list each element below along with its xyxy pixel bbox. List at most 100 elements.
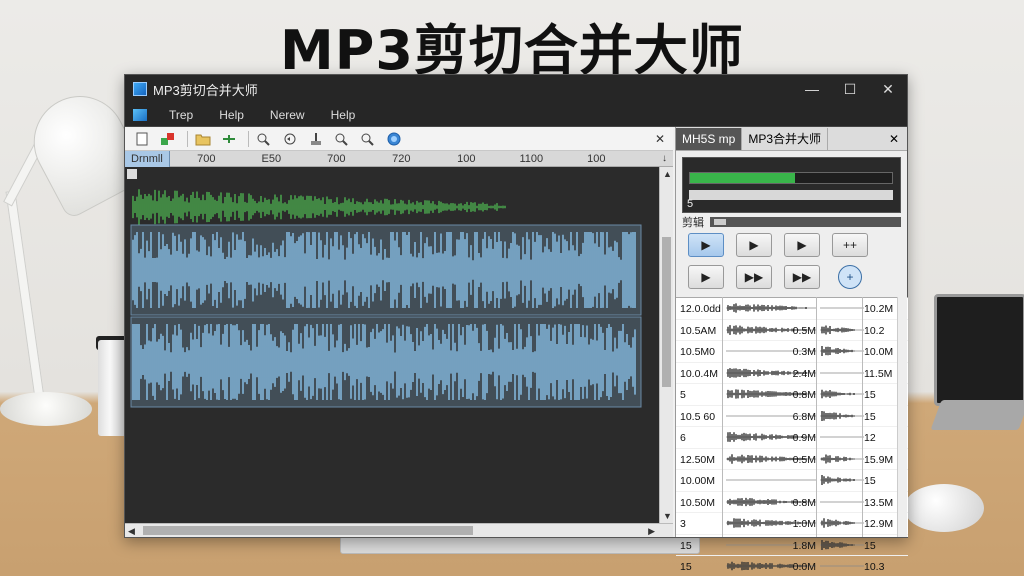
clip-wave-preview-2 [820,454,864,463]
play-3-button[interactable]: ▶ [784,233,820,257]
play-button[interactable]: ▶ [688,233,724,257]
list-item[interactable]: 10.00M 15 [676,470,908,492]
globe-icon[interactable] [383,129,405,149]
title-bar[interactable]: MP3剪切合并大师 — ☐ ✕ [125,75,907,103]
clip-start: 5 [680,389,686,401]
tab-mh5s[interactable]: MH5S mp [676,127,743,150]
clip-start: 15 [680,539,692,552]
ruler-tick: 100 [587,152,606,165]
menu-item-trep[interactable]: Trep [169,108,193,122]
list-item[interactable]: 10.0.4M 2.4M 11.5M [676,363,908,384]
clip-size: 0.5M [792,453,816,466]
clip-wave-preview-2 [820,475,864,485]
scroll-left-icon[interactable]: ◀ [128,526,135,537]
laptop-keyboard [930,400,1024,430]
clip-size: 6.8M [792,410,816,423]
horizontal-scrollbar[interactable]: ◀ ▶ [125,523,673,537]
zoom-selection-icon[interactable] [253,129,275,149]
horizontal-scroll-thumb[interactable] [143,526,473,535]
list-item[interactable]: 3 1.0M 12.9M [676,513,908,535]
list-item[interactable]: 15 1.8M 15 [676,535,908,556]
waveform-canvas[interactable]: ▲ ▼ ◀ ▶ [125,167,673,537]
menu-item-help-2[interactable]: Help [331,108,356,122]
level-meter-fill [690,173,796,183]
clip-start: 10.0.4M [680,367,718,380]
list-item[interactable]: 10.5 60 6.8M 15 [676,406,908,427]
zoom-out-icon[interactable] [357,129,379,149]
ruler-tick: 700 [327,152,346,165]
position-slider[interactable] [689,190,893,200]
ruler-tick: E50 [261,152,282,165]
list-item[interactable]: 10.5AM 0.5M 10.2 [676,320,908,341]
transport-controls: ▶ ▶ ▶ ++ ▶ ▶▶ ▶▶ + [688,233,895,289]
clip-size: 0.8M [792,496,816,509]
scroll-right-icon[interactable]: ▶ [648,526,655,537]
new-file-icon[interactable] [131,129,153,149]
clip-start: 6 [680,432,686,444]
clip-wave-preview-2 [820,325,864,334]
vertical-scroll-thumb[interactable] [662,237,671,387]
editor-close-button[interactable]: ✕ [655,132,665,146]
menu-item-nerew[interactable]: Nerew [270,108,305,122]
clip-list: 12.0.0dd 10.2M 10.5AM 0.5M 10.2 10.5M0 0.3M 10.… [676,297,908,573]
minimize-button[interactable]: — [793,81,831,97]
ruler-track-label[interactable]: Drnmll [125,150,170,167]
desk-keyboard [340,536,700,554]
list-item[interactable]: 10.5M0 0.3M 10.0M [676,341,908,363]
clip-wave-preview-2 [820,539,864,550]
clip-size: 1.0M [792,518,816,530]
play-2-button[interactable]: ▶ [736,233,772,257]
fast-forward-button[interactable]: ▶▶ [736,265,772,289]
menu-item-help[interactable]: Help [219,108,244,122]
list-item[interactable]: 6 0.9M 12 [676,427,908,449]
close-button[interactable]: ✕ [869,81,907,98]
scroll-down-icon[interactable]: ▼ [663,511,672,521]
list-scrollbar[interactable] [897,297,907,537]
clip-wave-preview-2 [820,372,864,373]
list-item[interactable]: 10.50M 0.8M 13.5M [676,492,908,513]
volume-slider[interactable] [710,217,901,227]
clip-size: 0.9M [792,432,816,444]
clip-wave-preview [726,303,816,313]
window-title: MP3剪切合并大师 [153,82,258,98]
meter-value: 5 [687,198,694,210]
volume-knob[interactable] [714,219,726,225]
list-item[interactable]: 12.0.0dd 10.2M [676,298,908,320]
menu-app-icon[interactable] [133,108,147,121]
import-icon[interactable] [305,129,327,149]
list-item[interactable]: 12.50M 0.5M 15.9M [676,449,908,470]
clip-size: 1.8M [792,539,816,552]
toolbar-separator [248,130,249,147]
clip-size: 0.3M [792,346,816,358]
zoom-in-icon[interactable] [331,129,353,149]
open-folder-icon[interactable] [192,129,214,149]
clip-start: 10.5 60 [680,410,716,423]
waveform-editor: ✕ Drnmll 700 E50 700 720 100 1100 100 ↓ … [125,127,673,537]
fast-forward-2-button[interactable]: ▶▶ [784,265,820,289]
list-item[interactable]: 15 0.0M 10.3 [676,556,908,576]
level-meter-track [689,172,893,184]
ruler-tick: 720 [392,152,411,165]
tab-mp3-merge[interactable]: MP3合并大师 [742,127,829,150]
clip-wave-preview-2 [820,389,864,399]
vertical-scrollbar[interactable]: ▲ ▼ [659,167,673,523]
right-panel: MH5S mp MP3合并大师 ✕ 5 剪辑 ▶ ▶ ▶ ++ ▶ ▶▶ ▶▶ + 12.0.… [675,127,908,573]
split-merge-button[interactable]: ++ [832,233,868,257]
split-icon[interactable] [218,129,240,149]
add-clip-icon[interactable] [157,129,179,149]
add-button[interactable]: + [838,265,862,289]
scroll-up-icon[interactable]: ▲ [663,169,672,179]
maximize-button[interactable]: ☐ [831,81,869,98]
list-item[interactable]: 5 0.8M 15 [676,384,908,406]
undo-icon[interactable] [279,129,301,149]
panel-close-button[interactable]: ✕ [889,132,899,146]
desk-mouse [904,484,984,532]
app-window: MP3剪切合并大师 — ☐ ✕ Trep Help Nerew Help ✕ D [124,74,908,573]
play-4-button[interactable]: ▶ [688,265,724,289]
clip-start: 10.5AM [680,324,717,337]
clip-wave-preview-2 [820,501,864,502]
clip-start: 10.50M [680,496,716,509]
clip-start: 15 [680,561,692,573]
desk-lamp-arm [5,190,45,400]
ruler-scroll-icon[interactable]: ↓ [662,153,667,164]
